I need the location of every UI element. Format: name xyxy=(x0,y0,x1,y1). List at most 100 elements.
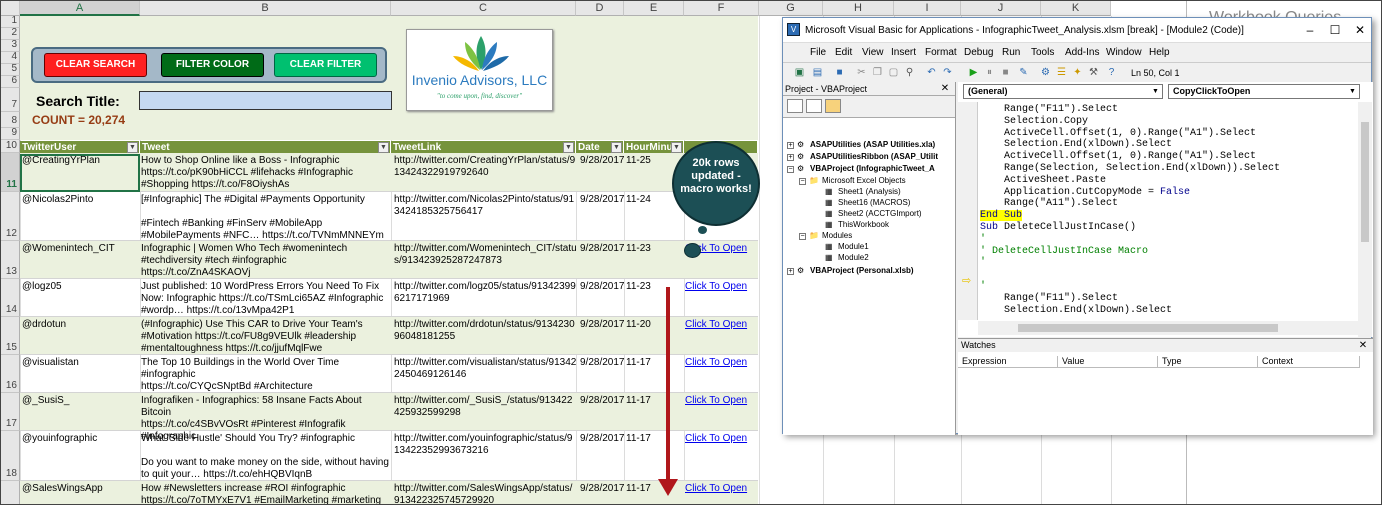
menu-window[interactable]: Window xyxy=(1106,47,1142,58)
filter-dropdown-icon[interactable]: ▼ xyxy=(611,142,622,153)
filter-dropdown-icon[interactable]: ▼ xyxy=(378,142,389,153)
tree-item[interactable]: VBAProject (InfographicTweet_A xyxy=(810,164,935,174)
column-header[interactable]: J xyxy=(961,1,1041,16)
column-header[interactable]: E xyxy=(624,1,684,16)
row-header[interactable]: 7 xyxy=(1,88,20,112)
object-browser-icon[interactable]: ✦ xyxy=(1071,66,1084,79)
project-explorer-icon[interactable]: ⚙ xyxy=(1039,66,1052,79)
menu-format[interactable]: Format xyxy=(925,47,957,58)
watches-close-icon[interactable]: ✕ xyxy=(1356,339,1370,353)
menu-help[interactable]: Help xyxy=(1149,47,1170,58)
help-icon[interactable]: ? xyxy=(1105,66,1118,79)
column-header[interactable]: A xyxy=(20,1,140,16)
row-header[interactable]: 9 xyxy=(1,127,20,140)
select-all-corner[interactable] xyxy=(1,1,20,16)
watch-column-header[interactable]: Type xyxy=(1158,356,1258,368)
column-header[interactable]: G xyxy=(759,1,823,16)
view-code-icon[interactable] xyxy=(787,99,803,113)
tree-item[interactable]: Module1 xyxy=(838,242,869,252)
filter-color-button[interactable]: FILTER COLOR xyxy=(161,53,264,77)
toggle-folders-icon[interactable] xyxy=(825,99,841,113)
close-icon[interactable]: ✕ xyxy=(1353,23,1367,37)
cell-action[interactable]: Click To Open xyxy=(685,319,760,331)
undo-icon[interactable]: ↶ xyxy=(925,66,938,79)
tree-expander-icon[interactable]: + xyxy=(787,268,794,275)
tree-item[interactable]: Module2 xyxy=(838,253,869,263)
view-object-icon[interactable] xyxy=(806,99,822,113)
column-header[interactable]: C xyxy=(391,1,576,16)
excel-view-icon[interactable]: ▣ xyxy=(793,66,806,79)
tree-item[interactable]: Sheet16 (MACROS) xyxy=(838,198,910,208)
scroll-thumb[interactable] xyxy=(1018,324,1278,332)
tree-item[interactable]: Sheet2 (ACCTGImport) xyxy=(838,209,922,219)
filter-dropdown-icon[interactable]: ▼ xyxy=(671,142,682,153)
code-vertical-scrollbar[interactable] xyxy=(1358,102,1372,337)
row-header[interactable]: 15 xyxy=(1,317,20,355)
column-header[interactable]: K xyxy=(1041,1,1111,16)
break-icon[interactable]: ⏸ xyxy=(983,66,996,79)
code-horizontal-scrollbar[interactable] xyxy=(978,321,1358,335)
row-header[interactable]: 17 xyxy=(1,393,20,431)
tree-item[interactable]: Sheet1 (Analysis) xyxy=(838,187,901,197)
row-header[interactable]: 6 xyxy=(1,75,20,88)
redo-icon[interactable]: ↷ xyxy=(941,66,954,79)
properties-icon[interactable]: ☰ xyxy=(1055,66,1068,79)
row-header[interactable]: 18 xyxy=(1,431,20,481)
menu-run[interactable]: Run xyxy=(1002,47,1020,58)
search-title-input[interactable] xyxy=(139,91,392,110)
row-header[interactable]: 12 xyxy=(1,192,20,241)
filter-dropdown-icon[interactable]: ▼ xyxy=(127,142,138,153)
maximize-icon[interactable]: ☐ xyxy=(1328,23,1342,37)
tree-item[interactable]: ASAPUtilitiesRibbon (ASAP_Utilit xyxy=(810,152,938,162)
object-dropdown[interactable]: (General) ▼ xyxy=(963,84,1163,99)
row-header[interactable]: 11 xyxy=(1,153,20,192)
run-icon[interactable]: ▶ xyxy=(967,66,980,79)
tree-expander-icon[interactable]: + xyxy=(787,142,794,149)
cell-action[interactable]: Click To Open xyxy=(685,357,760,369)
cell-action[interactable]: Click To Open xyxy=(685,483,760,495)
toolbox-icon[interactable]: ⚒ xyxy=(1087,66,1100,79)
tree-expander-icon[interactable]: − xyxy=(799,233,806,240)
cell-action[interactable]: Click To Open xyxy=(685,395,760,407)
cell-action[interactable]: Click To Open xyxy=(685,433,760,445)
row-header[interactable]: 14 xyxy=(1,279,20,317)
insert-module-icon[interactable]: ▤ xyxy=(811,66,824,79)
tree-item[interactable]: ThisWorkbook xyxy=(838,220,889,230)
menu-tools[interactable]: Tools xyxy=(1031,47,1054,58)
row-header[interactable]: 10 xyxy=(1,140,20,153)
tree-item[interactable]: ASAPUtilities (ASAP Utilities.xla) xyxy=(810,140,935,150)
tree-item[interactable]: Modules xyxy=(822,231,852,241)
minimize-icon[interactable]: – xyxy=(1303,23,1317,37)
tree-item[interactable]: Microsoft Excel Objects xyxy=(822,176,906,186)
tree-expander-icon[interactable]: − xyxy=(799,178,806,185)
row-header[interactable]: 16 xyxy=(1,355,20,393)
paste-icon[interactable]: ▢ xyxy=(887,66,900,79)
reset-icon[interactable]: ■ xyxy=(999,66,1012,79)
column-header[interactable]: B xyxy=(140,1,391,16)
clear-search-button[interactable]: CLEAR SEARCH xyxy=(44,53,147,77)
code-editor[interactable]: Range("F11").Select Selection.Copy Activ… xyxy=(980,104,1360,320)
watch-column-header[interactable]: Value xyxy=(1058,356,1158,368)
procedure-dropdown[interactable]: CopyClickToOpen ▼ xyxy=(1168,84,1360,99)
save-icon[interactable]: ■ xyxy=(833,66,846,79)
tree-expander-icon[interactable]: − xyxy=(787,166,794,173)
row-header[interactable]: 19 xyxy=(1,481,20,504)
design-mode-icon[interactable]: ✎ xyxy=(1017,66,1030,79)
tree-expander-icon[interactable]: + xyxy=(787,154,794,161)
filter-dropdown-icon[interactable]: ▼ xyxy=(563,142,574,153)
watch-column-header[interactable]: Expression xyxy=(958,356,1058,368)
menu-edit[interactable]: Edit xyxy=(835,47,852,58)
menu-addins[interactable]: Add-Ins xyxy=(1065,47,1099,58)
clear-filter-button[interactable]: CLEAR FILTER xyxy=(274,53,377,77)
menu-file[interactable]: File xyxy=(810,47,826,58)
watch-column-header[interactable]: Context xyxy=(1258,356,1360,368)
scroll-thumb[interactable] xyxy=(1361,122,1369,242)
cell-action[interactable]: Click To Open xyxy=(685,281,760,293)
column-header[interactable]: H xyxy=(823,1,894,16)
menu-debug[interactable]: Debug xyxy=(964,47,993,58)
row-header[interactable]: 8 xyxy=(1,112,20,128)
row-header[interactable]: 13 xyxy=(1,241,20,279)
column-header[interactable]: D xyxy=(576,1,624,16)
copy-icon[interactable]: ❐ xyxy=(871,66,884,79)
project-close-icon[interactable]: ✕ xyxy=(938,82,952,96)
